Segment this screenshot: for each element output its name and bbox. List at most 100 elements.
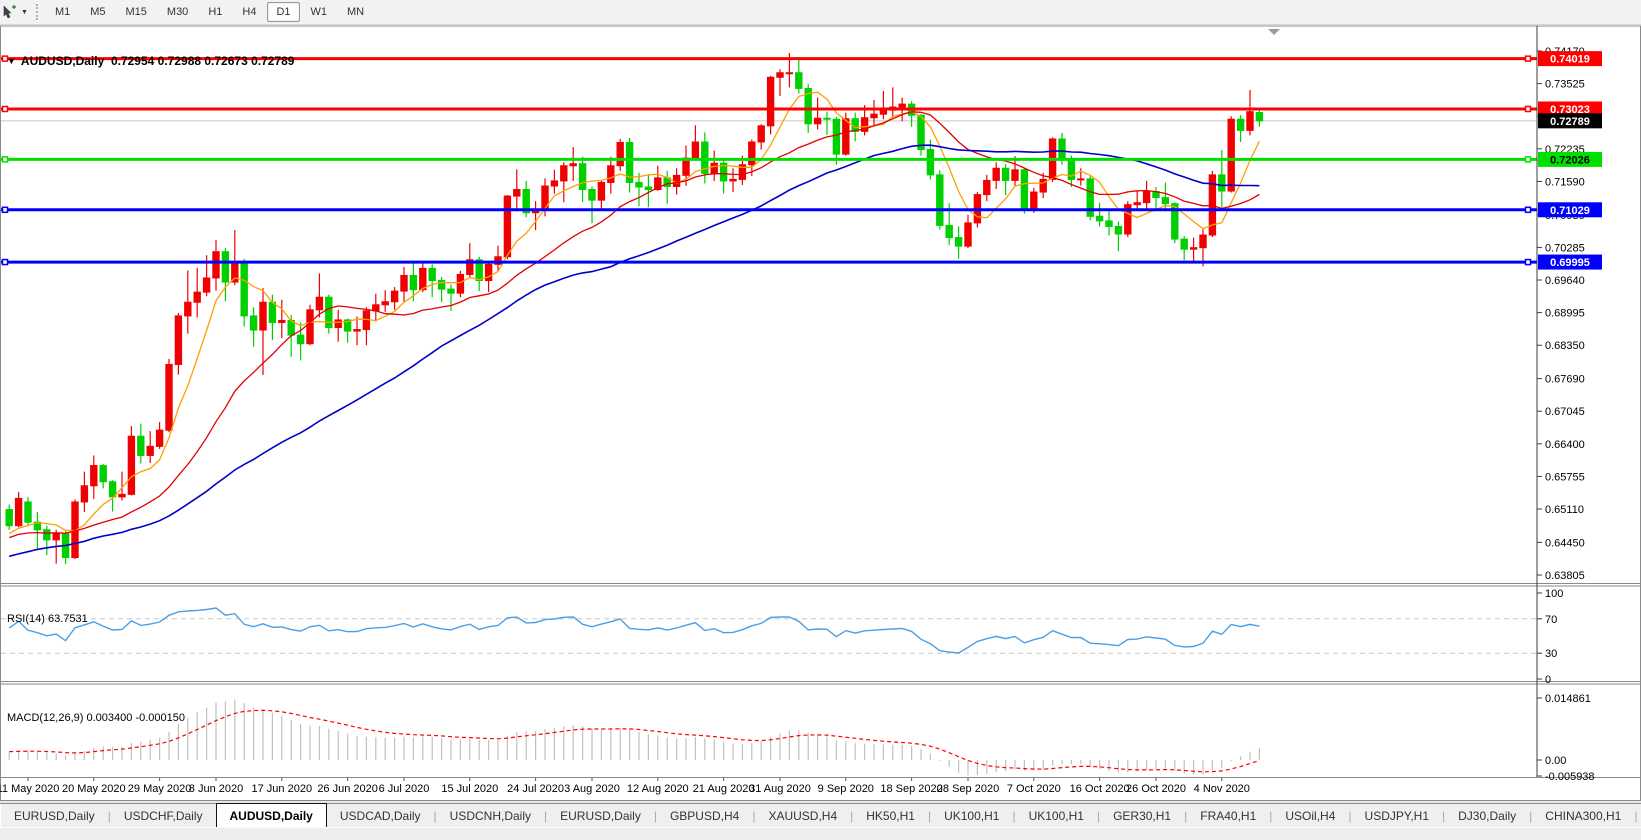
price-tick-label: 0.63805 <box>1545 570 1585 582</box>
candle-bull <box>1142 191 1151 204</box>
candle-bull <box>52 533 60 541</box>
candle-bear <box>1255 111 1264 122</box>
chart-tab-ger30-h1[interactable]: GER30,H1 <box>1100 804 1184 828</box>
toolbar-grip[interactable] <box>35 4 38 20</box>
line-handle[interactable] <box>1 258 9 266</box>
cursor-tool-icon[interactable] <box>0 3 20 21</box>
line-handle[interactable] <box>1 206 9 214</box>
chart-tab-usdchf-daily[interactable]: USDCHF,Daily <box>111 804 216 828</box>
chart-tab-fra40-h1[interactable]: FRA40,H1 <box>1187 804 1269 828</box>
chart-tab-gbpusd-h4[interactable]: GBPUSD,H4 <box>657 804 752 828</box>
candle-bull <box>1246 111 1254 131</box>
candle-bull <box>278 319 286 323</box>
line-handle[interactable] <box>1524 156 1532 163</box>
line-handle[interactable] <box>1524 105 1532 113</box>
candle-bear <box>137 435 145 456</box>
timeframe-button-mn[interactable]: MN <box>338 2 373 22</box>
candle-bull <box>748 141 756 166</box>
candle-bull <box>118 493 126 498</box>
chart-canvas[interactable]: 0.741700.735250.728800.722350.715900.709… <box>0 25 1641 801</box>
price-tick-label: 0.73525 <box>1545 79 1585 91</box>
chart-tab-usoil-h4[interactable]: USOil,H4 <box>1272 804 1348 828</box>
candle-bull <box>381 301 389 306</box>
candle-bear <box>43 529 51 541</box>
rsi-indicator-label: RSI(14) 63.7531 <box>7 613 88 625</box>
chart-tab-usdcnh-daily[interactable]: USDCNH,Daily <box>437 804 544 828</box>
chart-tab-audusd-daily[interactable]: AUDUSD,Daily <box>215 803 327 828</box>
chart-tab-usdcad-daily[interactable]: USDCAD,Daily <box>327 804 434 828</box>
line-handle[interactable] <box>1524 258 1532 266</box>
date-tick-label: 7 Oct 2020 <box>1007 783 1061 795</box>
chart-tab-usdjpy-h1[interactable]: USDJPY,H1 <box>1352 804 1442 828</box>
candle-bull <box>1011 169 1019 181</box>
price-tick-label: 0.65110 <box>1545 504 1584 516</box>
price-tick-label: 0.67690 <box>1545 374 1585 386</box>
timeframe-button-m30[interactable]: M30 <box>158 2 197 22</box>
candle-bull <box>14 497 23 527</box>
chart-tab-uk100-h1[interactable]: UK100,H1 <box>931 804 1012 828</box>
timeframe-button-d1[interactable]: D1 <box>267 2 300 22</box>
candle-bull <box>193 291 201 303</box>
chart-tab-eurusd-daily[interactable]: EURUSD,Daily <box>547 804 654 828</box>
candle-bull <box>456 273 465 294</box>
line-handle[interactable] <box>1 105 9 113</box>
candle-bull <box>165 363 173 431</box>
date-tick-label: 4 Nov 2020 <box>1194 783 1250 795</box>
rsi-tick-label: 30 <box>1545 648 1557 660</box>
timeframe-button-m5[interactable]: M5 <box>81 2 114 22</box>
candle-bull <box>259 301 267 331</box>
candle-bull <box>184 301 192 317</box>
candle-bull <box>992 167 1000 181</box>
timeframe-button-m1[interactable]: M1 <box>46 2 79 22</box>
macd-tick-label: 0.014861 <box>1545 693 1591 705</box>
candle-bull <box>842 118 850 155</box>
candle-bull <box>607 165 615 183</box>
candle-bull <box>1030 191 1038 209</box>
candle-bear <box>578 163 587 191</box>
chart-tab-bar: EURUSD,Daily | USDCHF,Daily AUDUSD,Daily USD… <box>0 803 1641 828</box>
candle-bull <box>870 113 878 119</box>
timeframe-button-w1[interactable]: W1 <box>302 2 337 22</box>
chart-tab-china300-h1[interactable]: CHINA300,H1 <box>1532 804 1634 828</box>
chart-tab-usoil-h1[interactable]: USOil,H1 <box>1637 804 1641 828</box>
chart-tab-eurusd-daily[interactable]: EURUSD,Daily <box>1 804 108 828</box>
candle-bear <box>268 301 277 323</box>
chart-tab-hk50-h1[interactable]: HK50,H1 <box>853 804 928 828</box>
candle-bear <box>249 315 258 331</box>
line-handle[interactable] <box>1524 55 1532 62</box>
timeframe-button-h1[interactable]: H1 <box>199 2 231 22</box>
chart-window[interactable]: ▼ AUDUSD,Daily 0.72954 0.72988 0.72673 0.… <box>0 25 1641 801</box>
candle-bear <box>1114 225 1123 235</box>
candle-bear <box>99 465 107 483</box>
price-level-badge-text: 0.71029 <box>1550 205 1590 217</box>
date-tick-label: 17 Jun 2020 <box>252 783 313 795</box>
timeframe-button-m15[interactable]: M15 <box>117 2 156 22</box>
chart-tab-dj30-daily[interactable]: DJ30,Daily <box>1445 804 1529 828</box>
candle-bull <box>672 174 681 187</box>
candle-bull <box>334 319 342 329</box>
tool-dropdown-caret-icon[interactable]: ▼ <box>21 9 28 16</box>
date-tick-label: 21 Aug 2020 <box>693 783 755 795</box>
candle-bull <box>560 165 568 182</box>
chart-tab-xauusd-h4[interactable]: XAUUSD,H4 <box>755 804 850 828</box>
date-tick-label: 16 Oct 2020 <box>1070 783 1130 795</box>
date-tick-label: 8 Jun 2020 <box>189 783 243 795</box>
candle-bear <box>325 296 333 329</box>
candle-bull <box>212 251 220 279</box>
line-handle[interactable] <box>1 156 9 163</box>
candle-bear <box>936 174 944 226</box>
rsi-tick-label: 70 <box>1545 614 1557 626</box>
candle-bull <box>419 267 427 291</box>
macd-indicator-label: MACD(12,26,9) 0.003400 -0.000150 <box>7 712 185 724</box>
date-tick-label: 20 May 2020 <box>62 783 126 795</box>
line-handle[interactable] <box>1524 206 1532 214</box>
date-tick-label: 15 Jul 2020 <box>441 783 498 795</box>
timeframe-button-h4[interactable]: H4 <box>233 2 265 22</box>
date-tick-label: 26 Oct 2020 <box>1126 783 1186 795</box>
candle-bull <box>710 162 718 174</box>
chart-collapse-caret-icon[interactable]: ▼ <box>7 56 16 66</box>
chart-background <box>0 25 1641 801</box>
mt4-application: ▼ M1 M5 M15 M30 H1 H4 D1 W1 MN ▼ AUDUSD,Daily 0.7… <box>0 0 1641 840</box>
chart-tab-uk100-h1[interactable]: UK100,H1 <box>1016 804 1097 828</box>
date-tick-label: 11 May 2020 <box>0 783 59 795</box>
